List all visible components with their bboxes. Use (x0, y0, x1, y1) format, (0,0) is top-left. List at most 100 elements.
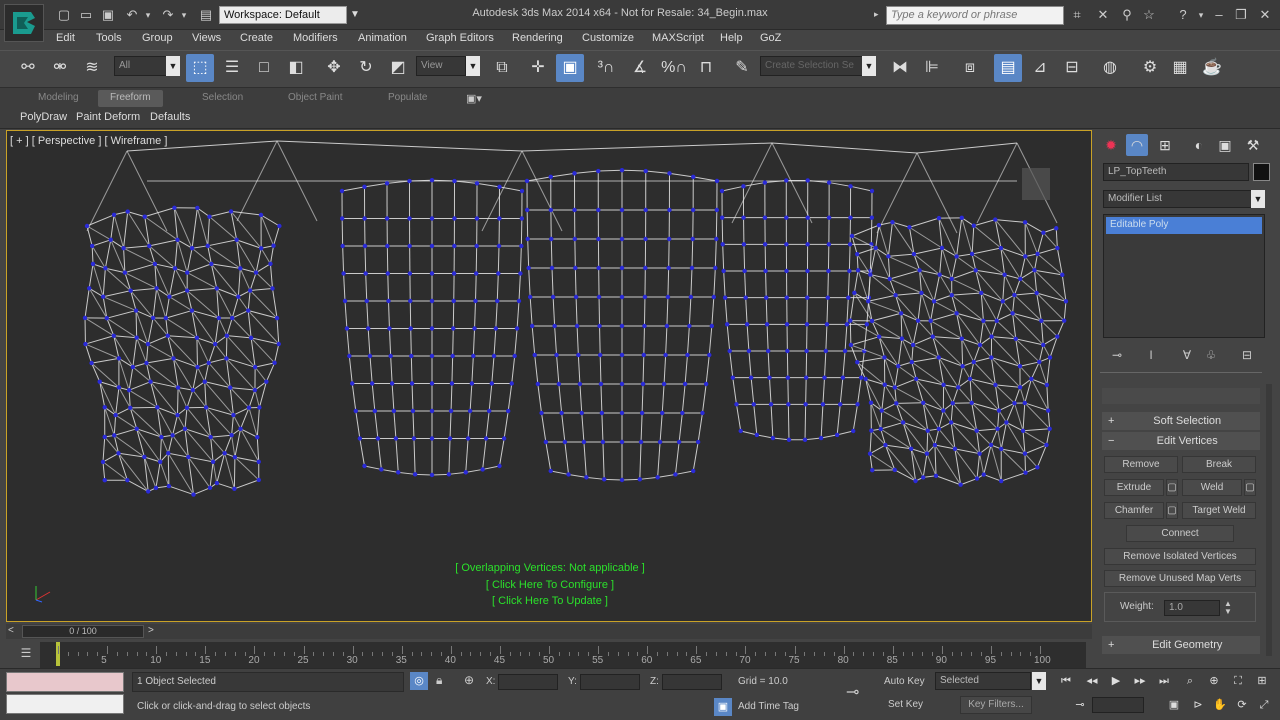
mesh-vertex[interactable] (552, 323, 557, 329)
mesh-vertex[interactable] (599, 410, 605, 416)
key-mode-toggle-icon[interactable]: ⊸ (1070, 696, 1090, 714)
mesh-vertex[interactable] (387, 326, 392, 331)
mesh-vertex[interactable] (407, 243, 412, 249)
zoom-icon[interactable]: ⌕ (1180, 672, 1200, 690)
mesh-vertex[interactable] (601, 477, 607, 482)
key-mode-dropdown[interactable]: Selected (935, 672, 1031, 690)
mesh-vertex[interactable] (111, 212, 117, 217)
mesh-vertex[interactable] (144, 360, 149, 366)
mesh-vertex[interactable] (977, 342, 983, 348)
orbit-icon[interactable]: ⟳ (1232, 696, 1252, 714)
mesh-vertex[interactable] (90, 261, 96, 267)
mesh-vertex[interactable] (236, 294, 241, 299)
mesh-vertex[interactable] (548, 174, 553, 180)
mesh-vertex[interactable] (525, 236, 530, 242)
mesh-vertex[interactable] (116, 451, 121, 456)
mesh-vertex[interactable] (142, 214, 147, 219)
save-file-icon[interactable]: ▣ (100, 7, 116, 23)
break-button[interactable]: Break (1182, 456, 1256, 473)
mesh-vertex[interactable] (167, 294, 172, 299)
redo-icon[interactable]: ↷ (160, 7, 176, 23)
mesh-vertex[interactable] (719, 215, 725, 220)
target-weld-button[interactable]: Target Weld (1182, 502, 1256, 519)
mesh-vertex[interactable] (804, 348, 809, 354)
mesh-vertex[interactable] (597, 352, 603, 358)
mesh-vertex[interactable] (714, 178, 720, 184)
mesh-vertex[interactable] (175, 385, 181, 390)
mesh-vertex[interactable] (409, 353, 414, 359)
mesh-vertex[interactable] (134, 335, 139, 340)
mesh-vertex[interactable] (824, 322, 830, 327)
mesh-vertex[interactable] (407, 216, 412, 221)
xview-update-link[interactable]: [ Click Here To Update ] (440, 593, 660, 610)
mesh-vertex[interactable] (452, 216, 457, 221)
mesh-vertex[interactable] (471, 353, 476, 359)
mesh-vertex[interactable] (977, 451, 982, 456)
mesh-vertex[interactable] (408, 298, 413, 304)
mesh-vertex[interactable] (619, 207, 625, 213)
mesh-vertex[interactable] (367, 353, 373, 359)
mesh-vertex[interactable] (232, 486, 237, 492)
connect-button[interactable]: Connect (1126, 525, 1234, 542)
mesh-vertex[interactable] (892, 385, 898, 390)
mesh-vertex[interactable] (958, 482, 963, 487)
mesh-vertex[interactable] (999, 446, 1004, 452)
mesh-vertex[interactable] (667, 171, 672, 176)
mesh-vertex[interactable] (384, 181, 390, 186)
mesh-vertex[interactable] (974, 476, 980, 481)
mesh-vertex[interactable] (506, 408, 511, 414)
mesh-vertex[interactable] (971, 359, 976, 365)
mesh-vertex[interactable] (959, 336, 965, 341)
mesh-vertex[interactable] (163, 315, 169, 321)
mesh-vertex[interactable] (369, 381, 375, 386)
current-frame-field[interactable] (1092, 697, 1144, 713)
mesh-vertex[interactable] (834, 432, 840, 438)
mesh-vertex[interactable] (805, 215, 810, 220)
mesh-vertex[interactable] (152, 261, 158, 267)
mesh-vertex[interactable] (859, 375, 864, 380)
mesh-vertex[interactable] (452, 178, 457, 184)
restore-icon[interactable]: ❐ (1232, 6, 1250, 24)
mesh-vertex[interactable] (979, 290, 984, 296)
mesh-vertex[interactable] (216, 315, 221, 321)
mesh-vertex[interactable] (509, 381, 514, 386)
mesh-vertex[interactable] (224, 356, 229, 361)
play-icon[interactable]: ▶ (1106, 672, 1126, 690)
tab-modeling[interactable]: Modeling (26, 90, 91, 107)
mesh-vertex[interactable] (154, 286, 159, 291)
mesh-vertex[interactable] (1002, 272, 1007, 277)
mesh-vertex[interactable] (554, 352, 559, 358)
mesh-vertex[interactable] (936, 426, 942, 432)
menu-create[interactable]: Create (240, 32, 273, 44)
mesh-vertex[interactable] (1039, 318, 1044, 324)
mesh-vertex[interactable] (1017, 364, 1023, 369)
mesh-vertex[interactable] (1023, 254, 1028, 259)
slider-prev-icon[interactable]: < (8, 625, 14, 636)
mesh-vertex[interactable] (1034, 290, 1039, 296)
mesh-vertex[interactable] (451, 271, 457, 276)
mesh-vertex[interactable] (493, 326, 499, 331)
mesh-vertex[interactable] (748, 375, 754, 380)
mesh-vertex[interactable] (825, 295, 830, 300)
mesh-vertex[interactable] (489, 381, 495, 386)
z-coordinate-field[interactable] (662, 674, 722, 690)
mesh-vertex[interactable] (501, 436, 507, 441)
mesh-vertex[interactable] (882, 382, 887, 387)
mesh-vertex[interactable] (209, 261, 214, 267)
mesh-vertex[interactable] (724, 322, 730, 327)
mesh-vertex[interactable] (385, 271, 390, 276)
mesh-vertex[interactable] (643, 265, 648, 271)
mesh-vertex[interactable] (713, 265, 718, 271)
mesh-vertex[interactable] (463, 470, 468, 475)
unlink-icon[interactable]: ⚮ (46, 54, 74, 82)
mesh-vertex[interactable] (892, 467, 897, 473)
mesh-vertex[interactable] (82, 315, 88, 321)
mesh-vertex[interactable] (854, 251, 860, 257)
mesh-vertex[interactable] (643, 168, 648, 174)
set-key-button[interactable]: Set Key (888, 699, 923, 710)
mesh-vertex[interactable] (842, 348, 848, 354)
mesh-vertex[interactable] (113, 412, 118, 418)
chevron-down-icon[interactable]: ▼ (1251, 190, 1265, 208)
xview-configure-link[interactable]: [ Click Here To Configure ] (440, 577, 660, 594)
reference-coordinate-dropdown[interactable]: View (416, 56, 466, 76)
